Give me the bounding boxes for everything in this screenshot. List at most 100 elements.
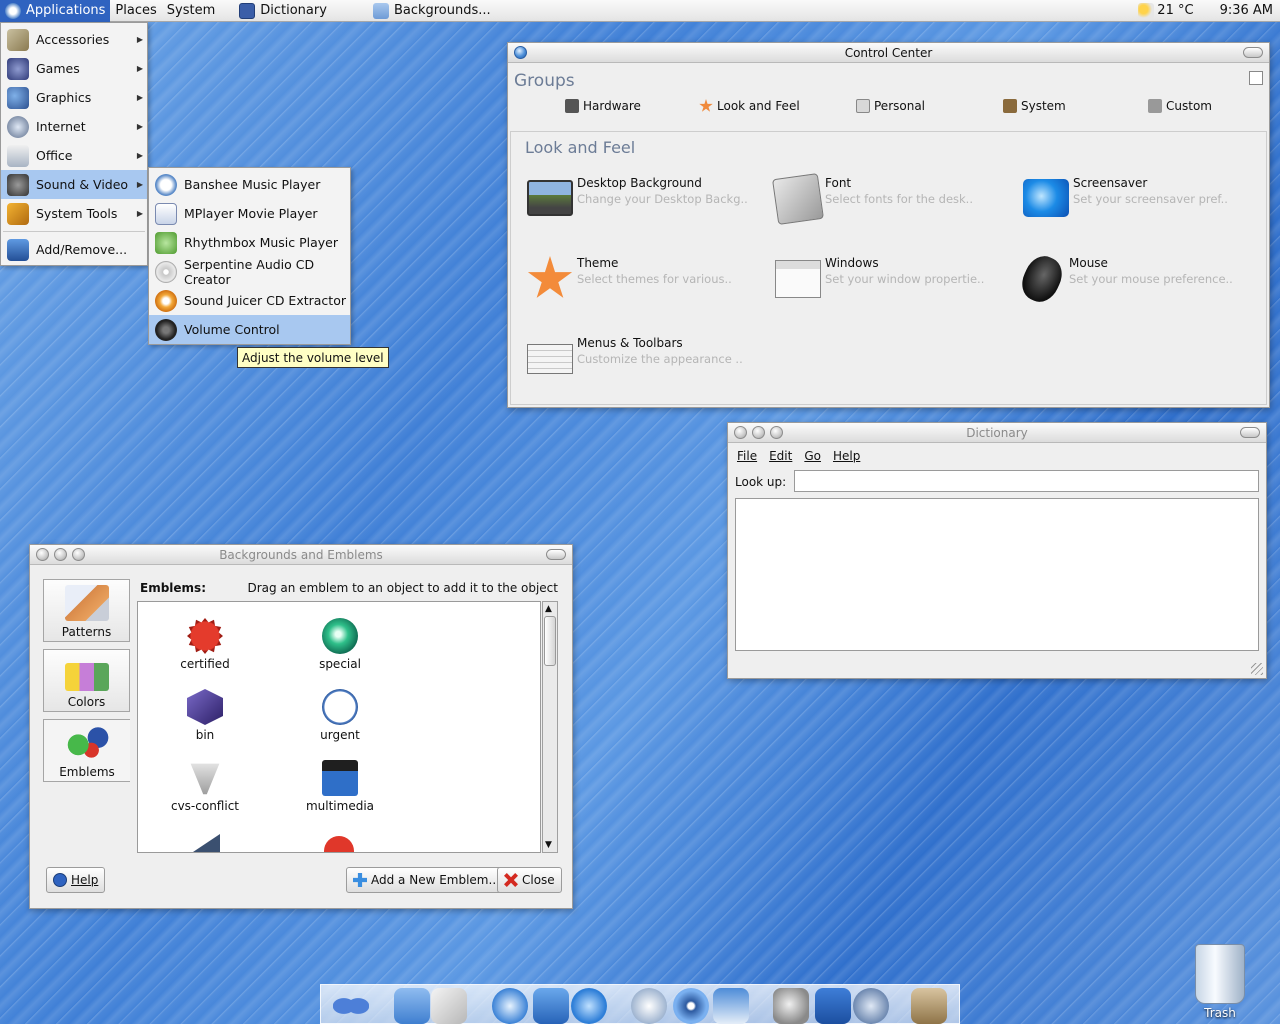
close-icon[interactable]: [734, 426, 747, 439]
dock: [320, 984, 960, 1024]
text-editor-icon[interactable]: [431, 988, 467, 1024]
dvd-icon[interactable]: [673, 988, 709, 1024]
menu-item-banshee[interactable]: Banshee Music Player: [149, 170, 350, 199]
music-icon[interactable]: [631, 988, 667, 1024]
emblem-scrollbar[interactable]: ▲ ▼: [542, 601, 558, 853]
menu-item-label: Accessories: [36, 32, 110, 47]
tab-patterns[interactable]: Patterns: [43, 579, 130, 642]
trash[interactable]: Trash: [1190, 944, 1250, 1022]
group-label: System: [1021, 99, 1066, 113]
applications-menu-button[interactable]: Applications: [0, 0, 111, 22]
emblem-multimedia[interactable]: multimedia: [285, 760, 395, 813]
emblem-certified[interactable]: certified: [150, 618, 260, 671]
chat-icon[interactable]: [571, 988, 607, 1024]
group-look-and-feel[interactable]: Look and Feel: [699, 99, 800, 113]
menu-item-rhythmbox[interactable]: Rhythmbox Music Player: [149, 228, 350, 257]
lookup-input[interactable]: [794, 470, 1259, 492]
menu-item-system-tools[interactable]: System Tools ▶: [1, 199, 147, 228]
emblem-cvs-conflict[interactable]: cvs-conflict: [150, 760, 260, 813]
close-icon[interactable]: [514, 46, 527, 59]
shade-icon[interactable]: [1240, 427, 1260, 438]
emblem-urgent[interactable]: urgent: [285, 689, 395, 742]
control-center-titlebar[interactable]: Control Center: [508, 43, 1269, 63]
mail-icon[interactable]: [533, 988, 569, 1024]
shade-icon[interactable]: [546, 549, 566, 560]
places-menu-button[interactable]: Places: [110, 0, 161, 22]
cc-item-font[interactable]: Font Select fonts for the desk..: [772, 173, 973, 225]
screensaver-icon: [1023, 179, 1069, 217]
group-system[interactable]: System: [1003, 99, 1066, 113]
clock[interactable]: 9:36 AM: [1215, 0, 1278, 22]
help-button[interactable]: Help: [46, 867, 106, 893]
cc-item-menus-toolbars[interactable]: Menus & Toolbars Customize the appearanc…: [527, 336, 743, 374]
close-icon[interactable]: [36, 548, 49, 561]
bin-icon: [187, 689, 223, 725]
system-prefs-icon[interactable]: [853, 988, 889, 1024]
menu-item-sound-juicer[interactable]: Sound Juicer CD Extractor: [149, 286, 350, 315]
submenu-arrow-icon: ▶: [136, 180, 143, 189]
menu-item-office[interactable]: Office ▶: [1, 141, 147, 170]
desktop-background-icon: [527, 180, 573, 216]
dictionary-dock-icon[interactable]: [815, 988, 851, 1024]
tab-colors[interactable]: Colors: [43, 649, 130, 712]
menu-item-volume-control[interactable]: Volume Control: [149, 315, 350, 344]
scroll-down-icon[interactable]: ▼: [545, 840, 552, 850]
menu-item-internet[interactable]: Internet ▶: [1, 112, 147, 141]
menu-item-serpentine[interactable]: Serpentine Audio CD Creator: [149, 257, 350, 287]
resize-grip-icon[interactable]: [1251, 663, 1263, 675]
search-icon[interactable]: [773, 988, 809, 1024]
scroll-up-icon[interactable]: ▲: [545, 604, 552, 614]
maximize-icon[interactable]: [770, 426, 783, 439]
emblem-bin[interactable]: bin: [150, 689, 260, 742]
menu-item-label: Sound & Video: [36, 177, 129, 192]
shade-icon[interactable]: [1243, 47, 1263, 58]
photos-icon[interactable]: [713, 988, 749, 1024]
minimize-icon[interactable]: [54, 548, 67, 561]
home-folder-icon[interactable]: [394, 988, 430, 1024]
dictionary-titlebar[interactable]: Dictionary: [728, 423, 1266, 443]
submenu-arrow-icon: ▶: [136, 151, 143, 160]
scroll-thumb[interactable]: [544, 616, 556, 666]
menu-file[interactable]: File: [737, 449, 757, 463]
close-button[interactable]: Close: [497, 867, 562, 893]
add-emblem-button[interactable]: Add a New Emblem...: [346, 867, 507, 893]
menu-item-accessories[interactable]: Accessories ▶: [1, 25, 147, 54]
menu-item-mplayer[interactable]: MPlayer Movie Player: [149, 199, 350, 228]
task-dictionary-label: Dictionary: [260, 3, 327, 18]
maximize-icon[interactable]: [72, 548, 85, 561]
menu-item-label: MPlayer Movie Player: [184, 206, 318, 221]
task-dictionary[interactable]: Dictionary: [234, 0, 332, 22]
group-personal[interactable]: Personal: [856, 99, 925, 113]
help-button-label: Help: [71, 873, 99, 887]
browser-icon[interactable]: [492, 988, 528, 1024]
butterfly-icon[interactable]: [333, 988, 369, 1024]
item-name: Mouse: [1069, 256, 1108, 270]
cc-item-mouse[interactable]: Mouse Set your mouse preference..: [1015, 250, 1233, 308]
cc-item-screensaver[interactable]: Screensaver Set your screensaver pref..: [1023, 176, 1228, 217]
minimize-icon[interactable]: [752, 426, 765, 439]
tab-emblems[interactable]: Emblems: [43, 719, 130, 782]
task-backgrounds[interactable]: Backgrounds...: [368, 0, 496, 22]
system-menu-button[interactable]: System: [162, 0, 220, 22]
package-icon[interactable]: [911, 988, 947, 1024]
tab-label: Patterns: [61, 625, 112, 639]
windows-icon: [775, 260, 821, 298]
backgrounds-titlebar[interactable]: Backgrounds and Emblems: [30, 545, 572, 565]
definition-area[interactable]: [735, 498, 1259, 651]
view-toggle-icon[interactable]: [1249, 71, 1263, 85]
weather-applet[interactable]: 21 °C: [1133, 0, 1198, 22]
menu-item-graphics[interactable]: Graphics ▶: [1, 83, 147, 112]
emblem-special[interactable]: special: [285, 618, 395, 671]
menu-help[interactable]: Help: [833, 449, 860, 463]
group-label: Look and Feel: [717, 99, 800, 113]
cc-item-windows[interactable]: Windows Set your window propertie..: [775, 256, 984, 298]
menu-edit[interactable]: Edit: [769, 449, 792, 463]
group-hardware[interactable]: Hardware: [565, 99, 641, 113]
menu-go[interactable]: Go: [804, 449, 821, 463]
menu-item-sound-video[interactable]: Sound & Video ▶: [1, 170, 147, 199]
group-custom[interactable]: Custom: [1148, 99, 1212, 113]
menu-item-add-remove[interactable]: Add/Remove...: [1, 235, 147, 264]
menu-item-games[interactable]: Games ▶: [1, 54, 147, 83]
cc-item-desktop-background[interactable]: Desktop Background Change your Desktop B…: [527, 176, 748, 216]
cc-item-theme[interactable]: Theme Select themes for various..: [527, 256, 732, 302]
